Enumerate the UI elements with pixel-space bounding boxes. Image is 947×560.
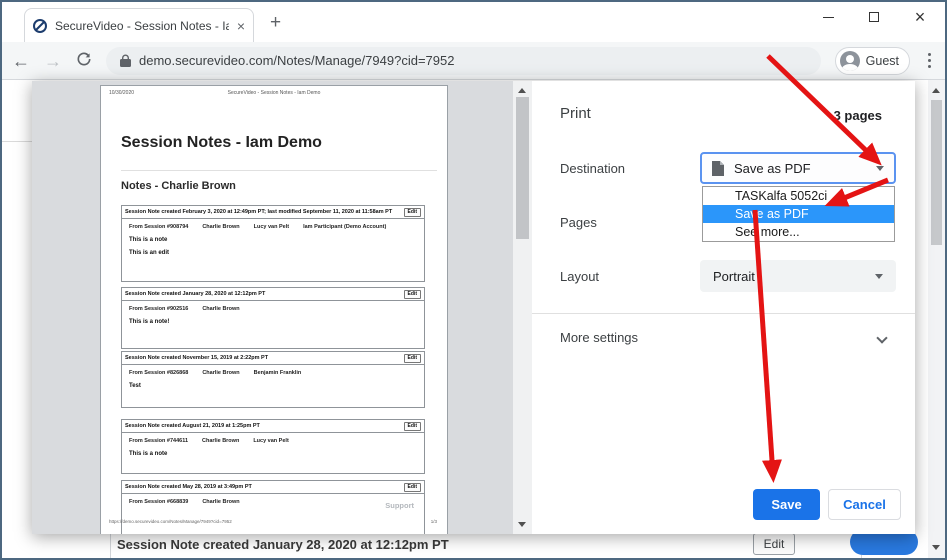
note-edit-button: Edit: [404, 422, 421, 431]
note-meta: Charlie Brown: [202, 306, 239, 312]
note-header: Session Note created January 28, 2020 at…: [125, 291, 265, 297]
preview-footer-page: 1/3: [431, 519, 437, 524]
print-preview-page: 10/30/2020 SecureVideo - Session Notes -…: [100, 85, 448, 534]
note-header: Session Note created November 15, 2019 a…: [125, 355, 268, 361]
preview-scrollbar[interactable]: [513, 81, 532, 534]
note-edit-button: Edit: [404, 290, 421, 299]
address-bar[interactable]: demo.securevideo.com/Notes/Manage/7949?c…: [106, 47, 821, 75]
browser-menu-icon[interactable]: [924, 53, 935, 68]
note-edit-button: Edit: [404, 208, 421, 217]
scroll-down-icon[interactable]: [932, 545, 940, 550]
note-meta: Benjamin Franklin: [254, 370, 302, 376]
page-scrollbar[interactable]: [928, 80, 945, 558]
note-meta: From Session #744611: [129, 438, 188, 444]
note-card: Session Note created January 28, 2020 at…: [121, 287, 425, 349]
save-button[interactable]: Save: [753, 489, 820, 520]
scrollbar-thumb[interactable]: [931, 100, 942, 245]
tab-title: SecureVideo - Session Notes - Ia: [55, 19, 229, 33]
background-note-title: Session Note created January 28, 2020 at…: [117, 537, 449, 552]
destination-label: Destination: [560, 161, 625, 176]
note-card: Session Note created August 21, 2019 at …: [121, 419, 425, 474]
page-count: 3 pages: [834, 108, 882, 123]
print-dialog: 10/30/2020 SecureVideo - Session Notes -…: [32, 81, 915, 534]
chevron-down-icon[interactable]: [876, 332, 887, 343]
print-dialog-title: Print: [560, 105, 591, 122]
preview-header-title: SecureVideo - Session Notes - Iam Demo: [101, 90, 447, 96]
avatar-icon: [840, 51, 860, 71]
window-maximize-button[interactable]: [851, 2, 897, 32]
note-meta: From Session #826868: [129, 370, 188, 376]
note-body: This is an edit: [122, 250, 424, 256]
chevron-down-icon: [876, 166, 884, 171]
note-meta: Iam Participant (Demo Account): [303, 224, 386, 230]
window-minimize-button[interactable]: [805, 2, 851, 32]
menu-item-save-as-pdf[interactable]: Save as PDF: [703, 205, 894, 223]
note-edit-button: Edit: [404, 354, 421, 363]
support-label: Support: [385, 501, 414, 510]
page-divider: [2, 141, 32, 142]
print-preview-pane: 10/30/2020 SecureVideo - Session Notes -…: [32, 81, 513, 534]
destination-dropdown-menu: TASKalfa 5052ci Save as PDF See more...: [702, 186, 895, 242]
url-text: demo.securevideo.com/Notes/Manage/7949?c…: [139, 53, 454, 68]
browser-window: SecureVideo - Session Notes - Ia × + × ←…: [0, 0, 947, 560]
destination-select[interactable]: Save as PDF: [700, 152, 896, 184]
forward-icon: →: [44, 52, 62, 70]
back-icon[interactable]: ←: [12, 52, 30, 70]
window-close-button[interactable]: ×: [897, 2, 943, 32]
note-header: Session Note created May 28, 2019 at 3:4…: [125, 484, 252, 490]
destination-value: Save as PDF: [734, 161, 866, 176]
profile-label: Guest: [866, 54, 899, 68]
pdf-document-icon: [712, 161, 724, 176]
menu-item-see-more[interactable]: See more...: [703, 223, 894, 241]
new-tab-button[interactable]: +: [270, 12, 281, 34]
title-rule: [121, 170, 437, 171]
lock-icon: [120, 54, 131, 68]
more-settings-toggle[interactable]: More settings: [560, 330, 638, 345]
note-meta: From Session #668839: [129, 499, 188, 505]
note-body: Test: [122, 383, 424, 389]
background-edit-button[interactable]: Edit: [753, 533, 795, 555]
note-body: This is a note!: [122, 319, 424, 325]
note-meta: Lucy van Pelt: [253, 438, 288, 444]
note-body: This is a note: [122, 237, 424, 243]
profile-button[interactable]: Guest: [835, 47, 910, 75]
scroll-up-icon[interactable]: [932, 88, 940, 93]
menu-item-printer[interactable]: TASKalfa 5052ci: [703, 187, 894, 205]
preview-section-title: Notes - Charlie Brown: [121, 180, 236, 192]
layout-select[interactable]: Portrait: [700, 260, 896, 292]
scroll-down-icon[interactable]: [518, 522, 526, 527]
note-body: This is a note: [122, 451, 424, 457]
note-meta: Charlie Brown: [202, 438, 239, 444]
preview-doc-title: Session Notes - Iam Demo: [121, 134, 322, 152]
note-card: Session Note created February 3, 2020 at…: [121, 205, 425, 282]
browser-toolbar: ← → demo.securevideo.com/Notes/Manage/79…: [2, 42, 945, 80]
background-note-row: Session Note created January 28, 2020 at…: [110, 531, 862, 560]
note-meta: Charlie Brown: [202, 499, 239, 505]
note-meta: Charlie Brown: [202, 224, 239, 230]
cancel-button[interactable]: Cancel: [828, 489, 901, 520]
scroll-up-icon[interactable]: [518, 88, 526, 93]
layout-label: Layout: [560, 269, 599, 284]
reload-icon[interactable]: [76, 51, 92, 70]
scrollbar-thumb[interactable]: [516, 97, 529, 239]
note-header: Session Note created August 21, 2019 at …: [125, 423, 260, 429]
note-meta: From Session #902516: [129, 306, 188, 312]
note-card: Session Note created November 15, 2019 a…: [121, 351, 425, 408]
chevron-down-icon: [875, 274, 883, 279]
print-settings-panel: Print 3 pages Destination Save as PDF TA…: [532, 81, 915, 534]
note-meta: Lucy van Pelt: [254, 224, 289, 230]
pages-label: Pages: [560, 215, 597, 230]
note-meta: Charlie Brown: [202, 370, 239, 376]
note-edit-button: Edit: [404, 483, 421, 492]
preview-footer-url: https://demo.securevideo.com/Notes/Manag…: [109, 519, 232, 524]
browser-tab[interactable]: SecureVideo - Session Notes - Ia ×: [24, 8, 254, 42]
titlebar: SecureVideo - Session Notes - Ia × + ×: [2, 2, 945, 42]
note-card: Session Note created May 28, 2019 at 3:4…: [121, 480, 425, 534]
note-meta: From Session #908794: [129, 224, 188, 230]
layout-value: Portrait: [713, 269, 875, 284]
tab-close-icon[interactable]: ×: [237, 19, 245, 33]
securevideo-favicon-icon: [33, 19, 47, 33]
note-header: Session Note created February 3, 2020 at…: [125, 209, 392, 215]
section-divider: [532, 313, 915, 314]
